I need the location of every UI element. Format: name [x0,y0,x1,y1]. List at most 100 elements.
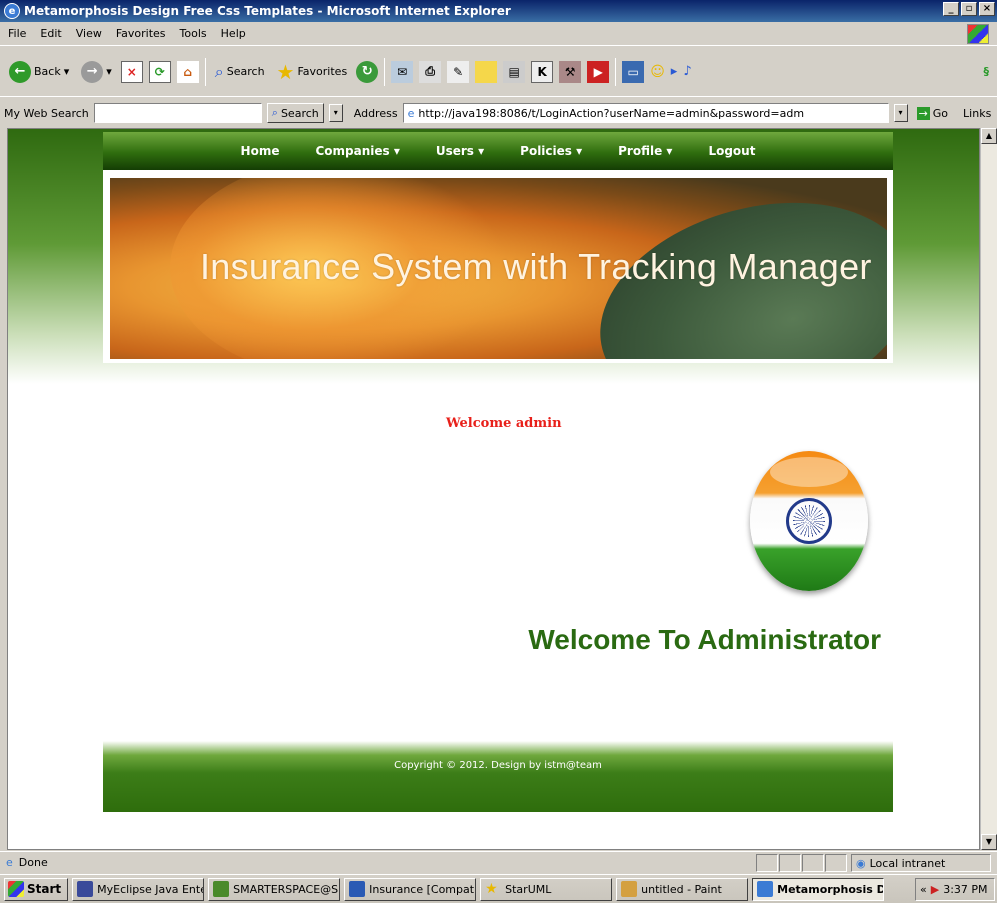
favorites-button[interactable]: ★ Favorites [274,54,351,90]
taskbar-item-paint[interactable]: untitled - Paint [616,877,749,901]
myeclipse-icon [77,881,94,897]
menu-tools[interactable]: Tools [180,27,207,40]
menu-edit[interactable]: Edit [40,27,61,40]
banner-title: Insurance System with Tracking Manager [200,246,872,287]
refresh-icon[interactable]: ⟳ [148,60,171,83]
discuss-icon[interactable] [475,60,498,83]
address-toolbar: My Web Search ⌕ Search ▾ Address e http:… [0,100,997,126]
go-button[interactable]: → Go [912,103,953,123]
nav-policies[interactable]: Policies ▾ [520,144,582,158]
print-icon[interactable]: ⎙ [419,60,442,83]
stop-icon[interactable]: × [120,60,143,83]
taskbar-item-insurance[interactable]: Insurance [Compati... [344,877,477,901]
forward-arrow-icon: → [81,60,104,83]
taskbar-item-ie[interactable]: Metamorphosis D... [752,877,885,901]
toolbar-separator [615,57,617,86]
toolbar-separator [204,57,206,86]
web-search-dropdown[interactable]: ▾ [328,104,343,122]
menu-favorites[interactable]: Favorites [116,27,166,40]
messenger-icon[interactable]: ▸ [671,64,678,79]
monitor-icon[interactable]: ▭ [622,60,645,83]
history-icon[interactable]: ↻ [356,60,379,83]
my-web-search-label: My Web Search [4,106,89,120]
ie-icon [757,881,774,897]
staruml-icon: ★ [485,881,498,897]
links-label[interactable]: Links [963,107,991,120]
go-arrow-icon: → [916,106,930,120]
nav-home[interactable]: Home [241,144,280,158]
minimize-button[interactable]: _ [943,2,959,16]
address-url: http://java198:8086/t/LoginAction?userNa… [418,106,805,120]
tray-adobe-icon[interactable]: ▶ [931,883,939,896]
task-label: Metamorphosis D... [777,882,883,896]
page-viewport: Home Companies ▾ Users ▾ Policies ▾ Prof… [7,128,980,850]
web-search-button[interactable]: ⌕ Search [266,103,324,123]
k-icon[interactable]: K [531,60,554,83]
scroll-down-button[interactable]: ▼ [981,834,997,850]
header-banner: Insurance System with Tracking Manager [103,170,893,363]
windows-taskbar: Start MyEclipse Java Ente... SMARTERSPAC… [0,874,997,903]
security-zone: ◉ Local intranet [851,854,991,872]
tool-icon[interactable]: ⚒ [559,60,582,83]
menu-view[interactable]: View [76,27,102,40]
status-text: Done [18,856,48,869]
word-icon [349,881,366,897]
throbber-icon: § [983,65,990,78]
task-label: Insurance [Compati... [369,882,477,896]
close-button[interactable]: × [979,2,995,16]
research-icon[interactable]: ▤ [503,60,526,83]
music-icon[interactable]: ♪ [683,64,691,79]
web-search-input[interactable] [93,103,262,123]
smiley-icon[interactable]: ☺ [650,64,665,80]
back-button[interactable]: ← Back ▾ [6,54,72,90]
go-label: Go [932,106,949,120]
windows-logo-icon [8,881,24,897]
back-label: Back [34,65,61,78]
search-button[interactable]: ⌕ Search [212,54,268,90]
taskbar-item-staruml[interactable]: ★ StarUML [480,877,613,901]
start-button[interactable]: Start [4,877,69,901]
address-input[interactable]: e http://java198:8086/t/LoginAction?user… [402,103,889,123]
task-label: StarUML [505,882,552,896]
zone-label: Local intranet [869,856,946,870]
nav-companies[interactable]: Companies ▾ [315,144,399,158]
nav-users[interactable]: Users ▾ [436,144,484,158]
mail-icon[interactable]: ✉ [391,60,414,83]
start-label: Start [27,882,62,896]
india-flag-icon [750,451,868,591]
smarterspace-icon [213,881,230,897]
paint-icon [621,881,638,897]
edit-icon[interactable]: ✎ [447,60,470,83]
ie-icon: e [4,3,20,19]
chevron-down-icon: ▾ [106,65,112,78]
tray-expand-icon[interactable]: « [920,883,927,896]
maximize-button[interactable]: ▫ [961,2,977,16]
vertical-scrollbar[interactable]: ▲ ▼ [980,128,997,850]
favorites-label: Favorites [297,65,348,78]
home-icon[interactable]: ⌂ [176,60,199,83]
web-search-label: Search [280,106,319,120]
chevron-down-icon: ▾ [63,65,70,78]
nav-bar: Home Companies ▾ Users ▾ Policies ▾ Prof… [103,132,893,170]
star-icon: ★ [276,59,295,84]
nav-logout[interactable]: Logout [708,144,755,158]
intranet-icon: ◉ [856,856,866,870]
taskbar-item-smarterspace[interactable]: SMARTERSPACE@S... [208,877,341,901]
menu-file[interactable]: File [8,27,26,40]
back-arrow-icon: ← [9,60,31,83]
nav-profile[interactable]: Profile ▾ [618,144,672,158]
window-titlebar: e Metamorphosis Design Free Css Template… [0,0,997,22]
clock: 3:37 PM [943,883,988,896]
rose-banner-image: Insurance System with Tracking Manager [110,178,887,359]
welcome-user-text: Welcome admin [446,416,562,431]
menu-help[interactable]: Help [221,27,246,40]
scroll-up-button[interactable]: ▲ [981,128,997,144]
address-dropdown[interactable]: ▾ [893,104,908,122]
page-icon: e [6,856,13,869]
task-label: untitled - Paint [641,882,722,896]
status-bar: e Done ◉ Local intranet [0,851,997,873]
forward-button[interactable]: → ▾ [78,54,115,90]
adobe-icon[interactable]: ▶ [587,60,610,83]
welcome-heading: Welcome To Administrator [528,624,881,655]
taskbar-item-myeclipse[interactable]: MyEclipse Java Ente... [72,877,205,901]
